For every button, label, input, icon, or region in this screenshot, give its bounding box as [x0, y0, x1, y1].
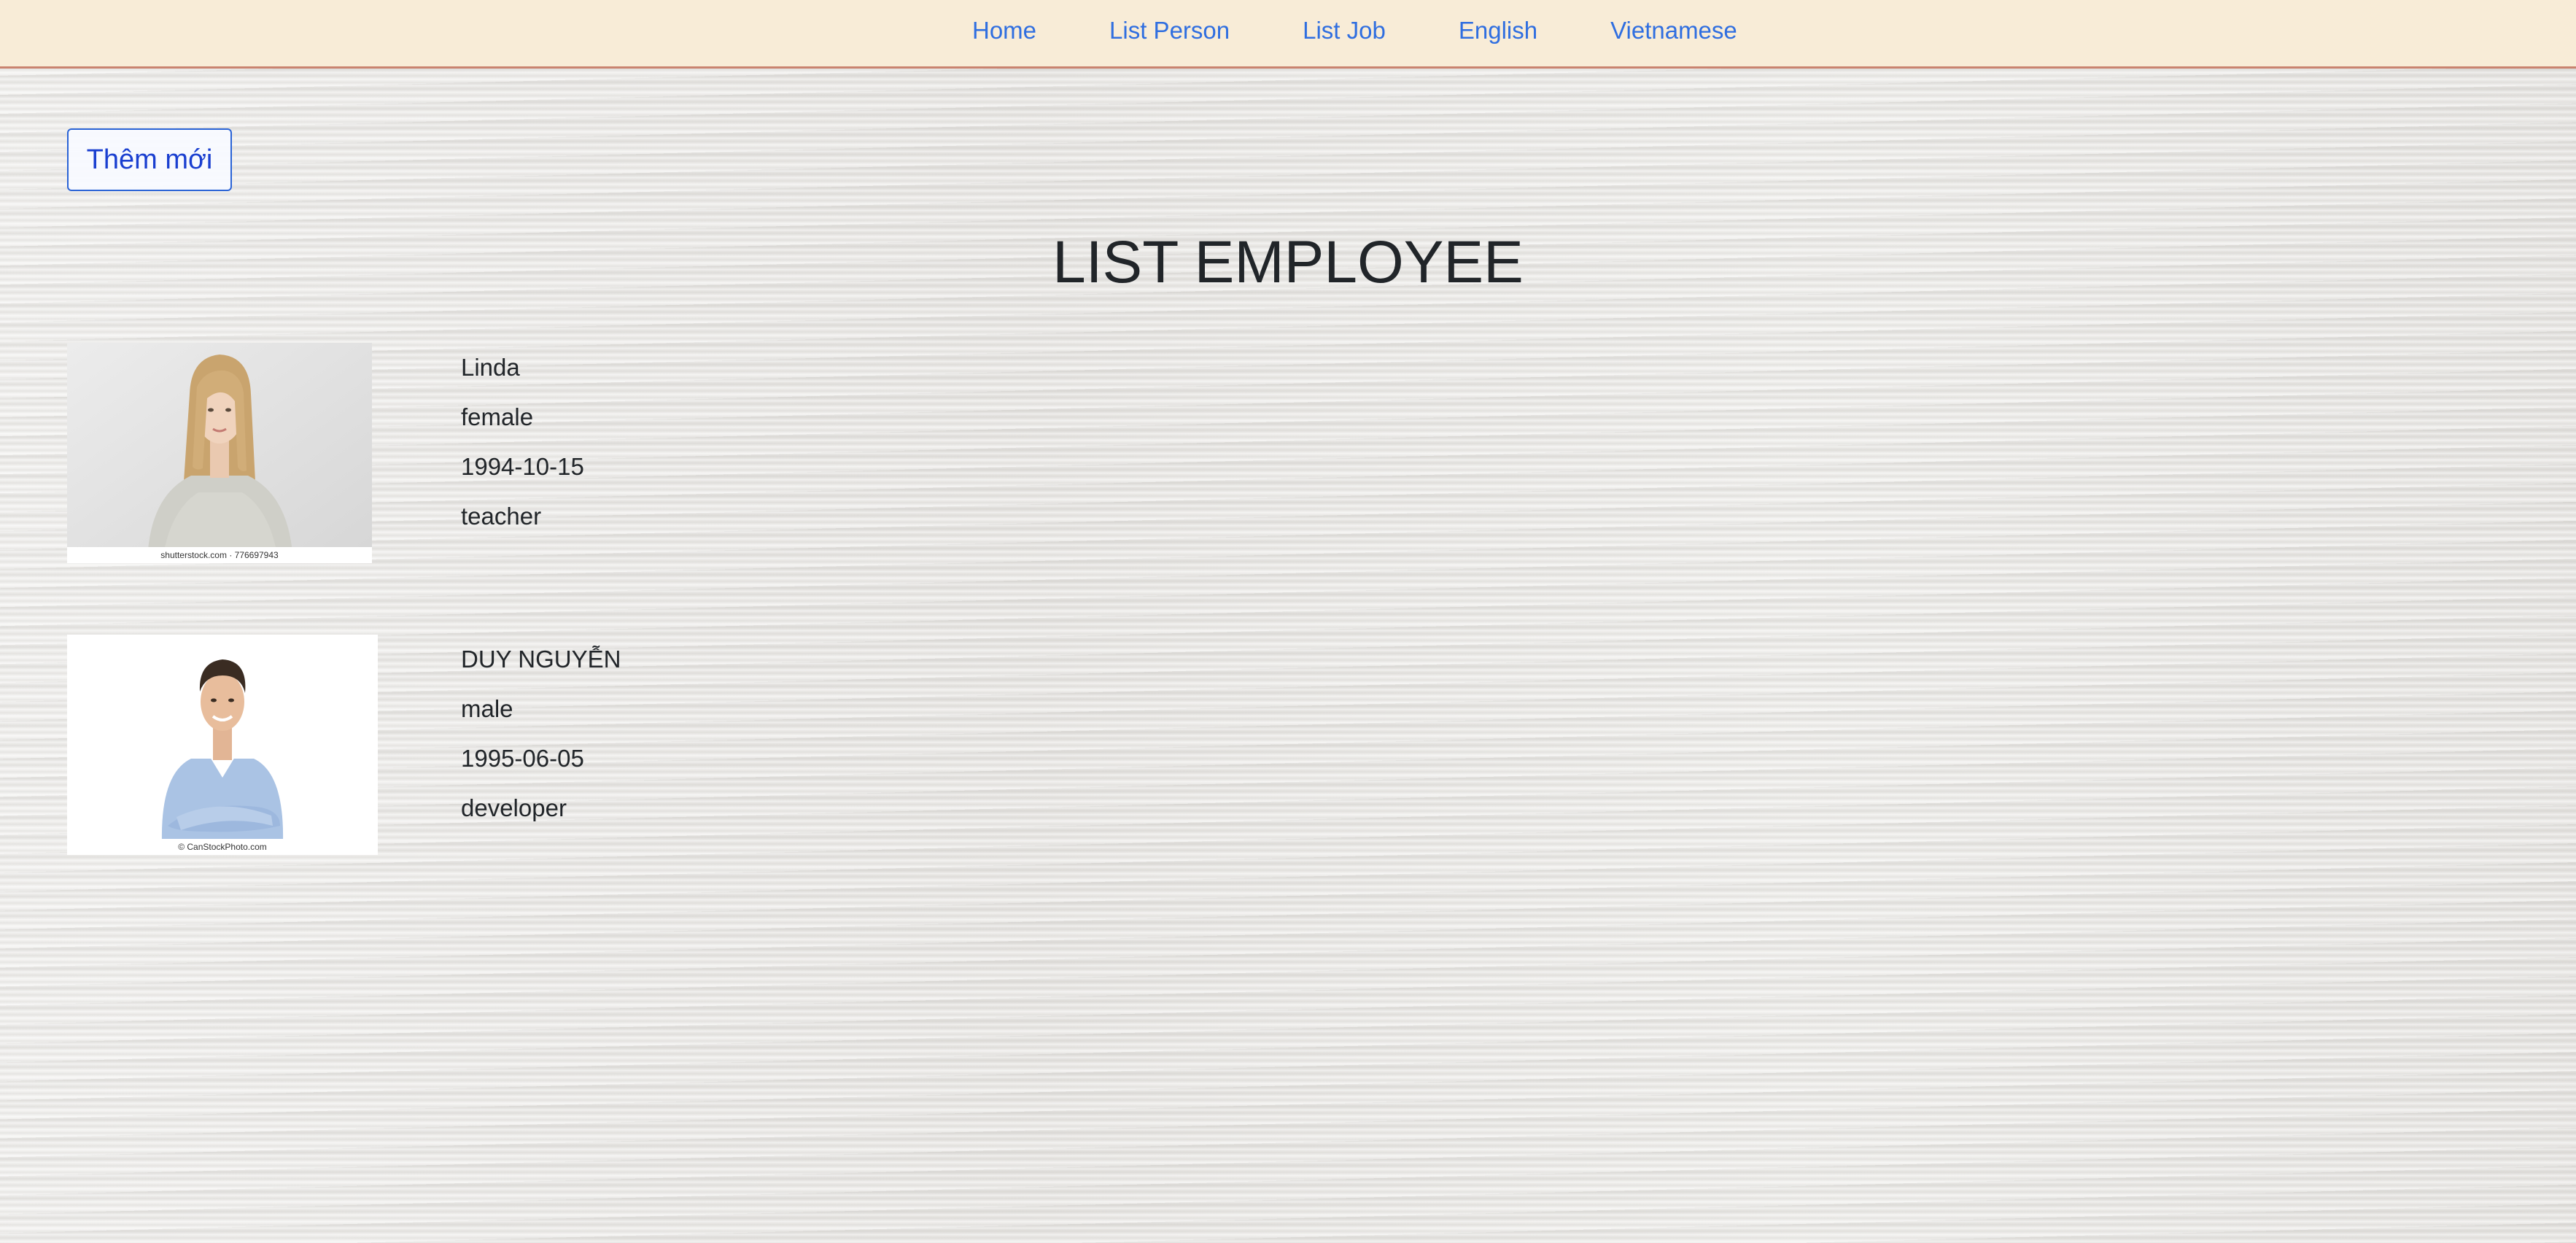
employee-gender: female	[461, 403, 534, 430]
photo-watermark: © CanStockPhoto.com	[67, 839, 378, 855]
employee-photo: shutterstock.com · 776697943	[67, 343, 372, 563]
employee-name: Linda	[461, 354, 520, 381]
employee-photo-man	[67, 635, 378, 855]
employee-job: developer	[461, 794, 567, 821]
employee-name: DUY NGUYỄN	[461, 646, 621, 673]
employee-gender: male	[461, 695, 513, 722]
nav-link-english[interactable]: English	[1459, 15, 1537, 47]
nav-link-list-job[interactable]: List Job	[1303, 15, 1386, 47]
add-new-button[interactable]: Thêm mới	[67, 128, 232, 191]
nav-link-home[interactable]: Home	[972, 15, 1036, 47]
employee-birthday: 1995-06-05	[461, 745, 584, 772]
nav-links: Home List Person List Job English Vietna…	[972, 15, 1737, 47]
employee-info: DUY NGUYỄN male 1995-06-05 developer	[461, 635, 621, 833]
photo-watermark: shutterstock.com · 776697943	[67, 547, 372, 563]
employee-info: Linda female 1994-10-15 teacher	[461, 343, 584, 541]
employee-photo: © CanStockPhoto.com	[67, 635, 378, 855]
employee-job: teacher	[461, 503, 542, 530]
nav-link-vietnamese[interactable]: Vietnamese	[1610, 15, 1737, 47]
page-title: LIST EMPLOYEE	[1052, 229, 1524, 295]
top-navbar: Home List Person List Job English Vietna…	[0, 0, 2576, 69]
employee-birthday: 1994-10-15	[461, 453, 584, 480]
nav-link-list-person[interactable]: List Person	[1109, 15, 1230, 47]
employee-photo-woman	[67, 343, 372, 563]
